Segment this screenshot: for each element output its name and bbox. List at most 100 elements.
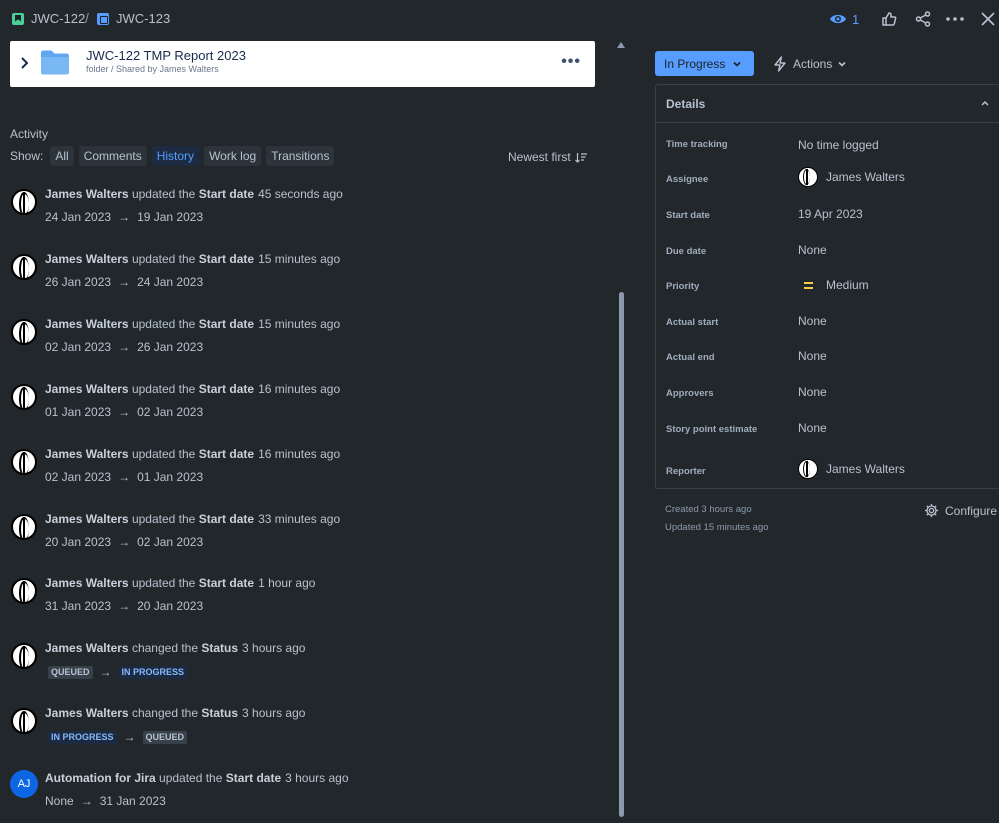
close-button[interactable] xyxy=(978,6,998,32)
actual-start-value[interactable]: None xyxy=(798,314,827,328)
detail-label: Approvers xyxy=(666,388,714,399)
entry-author[interactable]: James Walters xyxy=(45,576,129,590)
entry-summary: James Walters updated the Start date 1 ho… xyxy=(45,576,315,590)
entry-from: 01 Jan 2023 xyxy=(45,405,112,419)
avatar[interactable] xyxy=(11,189,37,215)
chevron-right-icon[interactable] xyxy=(19,55,29,71)
entry-from: 02 Jan 2023 xyxy=(45,470,112,484)
scroll-up-arrow[interactable] xyxy=(617,42,625,48)
detail-row-approvers: Approvers None xyxy=(656,381,999,411)
filter-all[interactable]: All xyxy=(50,146,74,166)
more-actions-button[interactable] xyxy=(945,6,965,32)
filter-comments[interactable]: Comments xyxy=(78,146,147,166)
entry-author[interactable]: James Walters xyxy=(45,512,129,526)
status-button[interactable]: In Progress xyxy=(655,51,754,76)
scrollbar-thumb[interactable] xyxy=(619,292,624,817)
entry-from: 31 Jan 2023 xyxy=(45,599,112,613)
entry-verb: changed the xyxy=(131,641,199,655)
entry-time: 33 minutes ago xyxy=(258,512,341,526)
folder-title[interactable]: JWC-122 TMP Report 2023 xyxy=(86,48,246,63)
detail-label: Actual start xyxy=(666,317,719,328)
avatar[interactable] xyxy=(11,254,37,280)
entry-time: 16 minutes ago xyxy=(258,447,341,461)
subtask-icon xyxy=(97,12,109,25)
entry-field: Start date xyxy=(198,317,255,331)
entry-verb: updated the xyxy=(131,317,196,331)
configure-button[interactable]: Configure xyxy=(924,503,997,518)
entry-author[interactable]: Automation for Jira xyxy=(45,771,156,785)
history-entry: James Walters updated the Start date 45 s… xyxy=(10,186,600,236)
avatar[interactable] xyxy=(11,643,37,669)
avatar[interactable] xyxy=(11,708,37,734)
entry-field: Start date xyxy=(198,447,255,461)
entry-from: 02 Jan 2023 xyxy=(45,340,112,354)
time-tracking-value[interactable]: No time logged xyxy=(798,138,879,152)
entry-author[interactable]: James Walters xyxy=(45,187,129,201)
entry-time: 16 minutes ago xyxy=(258,382,341,396)
entry-time: 3 hours ago xyxy=(285,771,349,785)
entry-author[interactable]: James Walters xyxy=(45,447,129,461)
avatar[interactable] xyxy=(11,578,37,604)
history-entry: James Walters changed the Status 3 hours … xyxy=(10,705,600,755)
breadcrumb-current[interactable]: JWC-123 xyxy=(97,11,170,26)
avatar[interactable] xyxy=(11,514,37,540)
filter-history[interactable]: History xyxy=(151,146,200,166)
chevron-up-icon[interactable] xyxy=(980,99,990,107)
start-date-value[interactable]: 19 Apr 2023 xyxy=(798,207,863,221)
activity-filter-bar: Show: All Comments History Work log Tran… xyxy=(10,146,335,166)
entry-author[interactable]: James Walters xyxy=(45,641,129,655)
breadcrumb-current-link[interactable]: JWC-123 xyxy=(116,11,170,26)
activity-heading: Activity xyxy=(10,127,49,141)
entry-author[interactable]: James Walters xyxy=(45,317,129,331)
filter-work-log[interactable]: Work log xyxy=(204,146,262,166)
entry-verb: updated the xyxy=(159,771,223,785)
avatar[interactable]: AJ xyxy=(10,770,38,798)
detail-label: Actual end xyxy=(666,352,715,363)
folder-card[interactable]: JWC-122 TMP Report 2023 folder / Shared … xyxy=(10,41,595,87)
chevron-down-icon xyxy=(838,61,846,67)
watch-button[interactable]: 1 xyxy=(829,6,859,32)
avatar xyxy=(798,167,818,187)
priority-value[interactable]: Medium xyxy=(798,278,869,292)
assignee-value[interactable]: James Walters xyxy=(798,167,905,187)
sort-button[interactable]: Newest first xyxy=(508,150,587,164)
actual-end-value[interactable]: None xyxy=(798,349,827,363)
entry-summary: James Walters updated the Start date 16 m… xyxy=(45,447,340,461)
actions-button[interactable]: Actions xyxy=(773,51,846,76)
history-entry: James Walters updated the Start date 16 m… xyxy=(10,446,600,496)
entry-author[interactable]: James Walters xyxy=(45,382,129,396)
breadcrumb-parent[interactable]: JWC-122 xyxy=(12,11,85,26)
avatar[interactable] xyxy=(11,384,37,410)
share-button[interactable] xyxy=(913,6,933,32)
entry-verb: changed the xyxy=(131,706,199,720)
entry-change: 01 Jan 2023 → 02 Jan 2023 xyxy=(45,405,203,419)
folder-more-icon[interactable]: ••• xyxy=(561,53,581,71)
avatar[interactable] xyxy=(11,319,37,345)
entry-to: 19 Jan 2023 xyxy=(137,210,204,224)
breadcrumb-parent-link[interactable]: JWC-122 xyxy=(31,11,85,26)
entry-change: 02 Jan 2023 → 01 Jan 2023 xyxy=(45,470,203,484)
entry-from: None xyxy=(45,794,74,808)
details-header[interactable]: Details xyxy=(656,85,999,123)
actions-label: Actions xyxy=(793,56,833,71)
like-button[interactable] xyxy=(879,6,899,32)
sort-label: Newest first xyxy=(508,150,571,164)
history-entry: James Walters changed the Status 3 hours … xyxy=(10,640,600,690)
history-entry: James Walters updated the Start date 15 m… xyxy=(10,316,600,366)
reporter-value[interactable]: James Walters xyxy=(798,459,905,479)
avatar[interactable] xyxy=(11,449,37,475)
entry-verb: updated the xyxy=(131,512,196,526)
due-date-value[interactable]: None xyxy=(798,243,827,257)
filter-transitions[interactable]: Transitions xyxy=(266,146,335,166)
entry-author[interactable]: James Walters xyxy=(45,252,129,266)
detail-label: Story point estimate xyxy=(666,424,758,435)
entry-summary: James Walters changed the Status 3 hours … xyxy=(45,706,305,720)
entry-from: 24 Jan 2023 xyxy=(45,210,112,224)
entry-to: 20 Jan 2023 xyxy=(137,599,204,613)
story-points-value[interactable]: None xyxy=(798,421,827,435)
entry-author[interactable]: James Walters xyxy=(45,706,129,720)
entry-summary: Automation for Jira updated the Start da… xyxy=(45,771,349,785)
approvers-value[interactable]: None xyxy=(798,385,827,399)
detail-row-priority: Priority Medium xyxy=(656,274,999,304)
entry-field: Start date xyxy=(198,512,255,526)
